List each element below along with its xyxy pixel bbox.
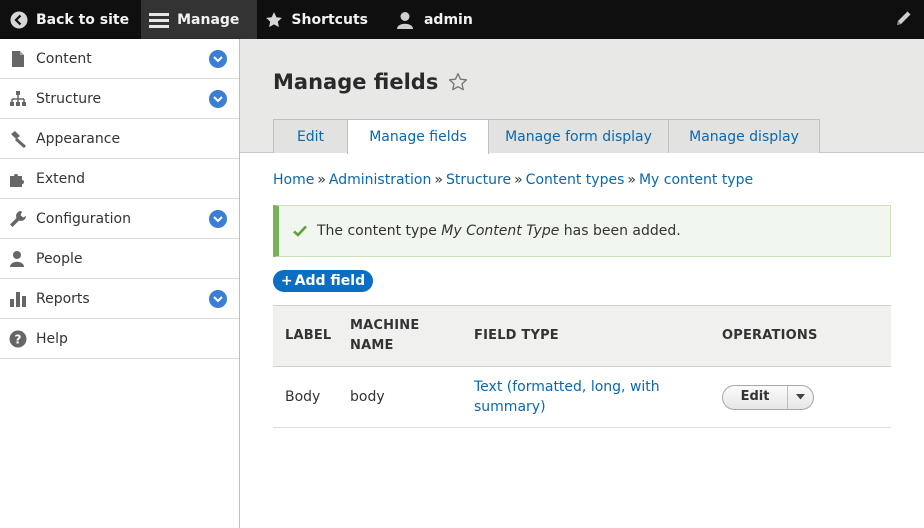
back-to-site-label: Back to site (36, 11, 130, 28)
breadcrumb-separator: » (627, 172, 636, 188)
page-title: Manage fields (273, 70, 468, 94)
tab-label: Manage display (689, 128, 799, 145)
page-title-text: Manage fields (273, 70, 439, 94)
back-to-site-link[interactable]: Back to site (0, 0, 141, 39)
sidebar-item-label: Extend (36, 170, 85, 187)
extend-icon (8, 169, 28, 189)
checkmark-icon (293, 225, 307, 237)
breadcrumb-link[interactable]: Administration (329, 172, 431, 188)
breadcrumb-link[interactable]: Home (273, 172, 314, 188)
structure-icon (8, 89, 28, 109)
tab-label: Edit (296, 128, 325, 145)
chevron-down-icon[interactable] (209, 50, 227, 68)
plus-icon: + (280, 273, 293, 289)
column-header-label: LABEL (285, 328, 332, 343)
field-type-link[interactable]: Text (formatted, long, with summary) (474, 379, 660, 415)
star-outline-icon[interactable] (448, 72, 468, 92)
tab-edit[interactable]: Edit (273, 119, 348, 153)
shortcuts-tray-toggle[interactable]: Shortcuts (257, 0, 384, 39)
chevron-down-icon[interactable] (209, 90, 227, 108)
sidebar-item-label: Reports (36, 290, 90, 307)
breadcrumb-link[interactable]: My content type (639, 172, 753, 188)
cell-field-type: Text (formatted, long, with summary) (474, 377, 722, 417)
fields-table: LABEL MACHINE NAME FIELD TYPE OPERATIONS… (273, 305, 891, 428)
field-type-line: summary) (474, 399, 546, 415)
people-icon (8, 249, 28, 269)
user-tray-toggle[interactable]: admin (384, 0, 485, 39)
shortcuts-label: Shortcuts (291, 11, 368, 28)
sidebar-item-label: Structure (36, 90, 102, 107)
column-header-line: MACHINE (350, 318, 420, 333)
admin-toolbar: Back to site Manage Shortcuts admin (0, 0, 924, 39)
hamburger-icon (149, 11, 170, 29)
main-content: Manage fields Edit Manage fields Manage … (240, 39, 924, 528)
tab-manage-form-display[interactable]: Manage form display (488, 119, 669, 153)
sidebar-item-content[interactable]: Content (0, 39, 239, 79)
breadcrumb-separator: » (434, 172, 443, 188)
manage-label: Manage (177, 11, 240, 28)
star-icon (265, 11, 283, 29)
cell-operations: Edit (722, 384, 891, 410)
column-header-field-type: FIELD TYPE (474, 328, 559, 343)
tab-label: Manage form display (505, 128, 652, 145)
field-type-line: Text (formatted, long, with (474, 379, 660, 395)
primary-tabs: Edit Manage fields Manage form display M… (273, 119, 820, 154)
edit-operation-button[interactable]: Edit (723, 385, 788, 409)
sidebar-item-configuration[interactable]: Configuration (0, 199, 239, 239)
breadcrumb-link[interactable]: Structure (446, 172, 511, 188)
tab-label: Manage fields (369, 129, 467, 145)
sidebar-item-label: Content (36, 50, 92, 67)
sidebar-item-help[interactable]: ? Help (0, 319, 239, 359)
admin-menu-sidebar: Content Structure Appearance Extend Conf… (0, 39, 240, 528)
status-message: The content type My Content Type has bee… (273, 205, 891, 257)
svg-text:?: ? (15, 332, 22, 346)
dropdown-arrow-icon[interactable] (788, 386, 813, 409)
sidebar-item-label: Configuration (36, 210, 131, 227)
sidebar-item-label: People (36, 250, 83, 267)
edit-mode-toggle[interactable] (884, 0, 924, 39)
sidebar-item-appearance[interactable]: Appearance (0, 119, 239, 159)
add-field-button[interactable]: + Add field (273, 270, 373, 292)
page-header: Manage fields Edit Manage fields Manage … (240, 39, 924, 154)
back-circle-icon (10, 11, 28, 29)
sidebar-item-extend[interactable]: Extend (0, 159, 239, 199)
breadcrumb-separator: » (317, 172, 326, 188)
status-message-text: The content type My Content Type has bee… (317, 223, 681, 239)
sidebar-item-label: Help (36, 330, 68, 347)
breadcrumb-separator: » (514, 172, 523, 188)
chevron-down-icon[interactable] (209, 210, 227, 228)
user-label: admin (423, 11, 473, 28)
help-icon: ? (8, 329, 28, 349)
operations-dropbutton: Edit (722, 384, 814, 410)
table-row: Body body Text (formatted, long, with sum… (273, 367, 891, 428)
table-header: LABEL MACHINE NAME FIELD TYPE OPERATIONS (273, 305, 891, 367)
content-icon (8, 49, 28, 69)
chevron-down-icon[interactable] (209, 290, 227, 308)
sidebar-item-people[interactable]: People (0, 239, 239, 279)
user-icon (396, 11, 414, 29)
cell-machine-name: body (350, 389, 385, 405)
pencil-icon (895, 9, 913, 31)
tab-manage-display[interactable]: Manage display (668, 119, 820, 153)
breadcrumb-link[interactable]: Content types (526, 172, 625, 188)
sidebar-item-reports[interactable]: Reports (0, 279, 239, 319)
message-suffix: has been added. (559, 223, 681, 239)
sidebar-item-structure[interactable]: Structure (0, 79, 239, 119)
add-field-label: Add field (294, 273, 366, 289)
sidebar-item-label: Appearance (36, 130, 121, 147)
message-prefix: The content type (317, 223, 442, 239)
column-header-line: NAME (350, 338, 394, 353)
column-header-machine-name: MACHINE NAME (350, 316, 474, 356)
wrench-icon (8, 209, 28, 229)
tab-manage-fields[interactable]: Manage fields (347, 119, 489, 154)
message-content-type-name: My Content Type (441, 223, 560, 239)
manage-tray-toggle[interactable]: Manage (141, 0, 258, 39)
appearance-icon (8, 129, 28, 149)
cell-label: Body (285, 389, 321, 405)
reports-icon (8, 289, 28, 309)
column-header-operations: OPERATIONS (722, 328, 818, 343)
breadcrumb: Home» Administration» Structure» Content ty… (273, 172, 753, 188)
